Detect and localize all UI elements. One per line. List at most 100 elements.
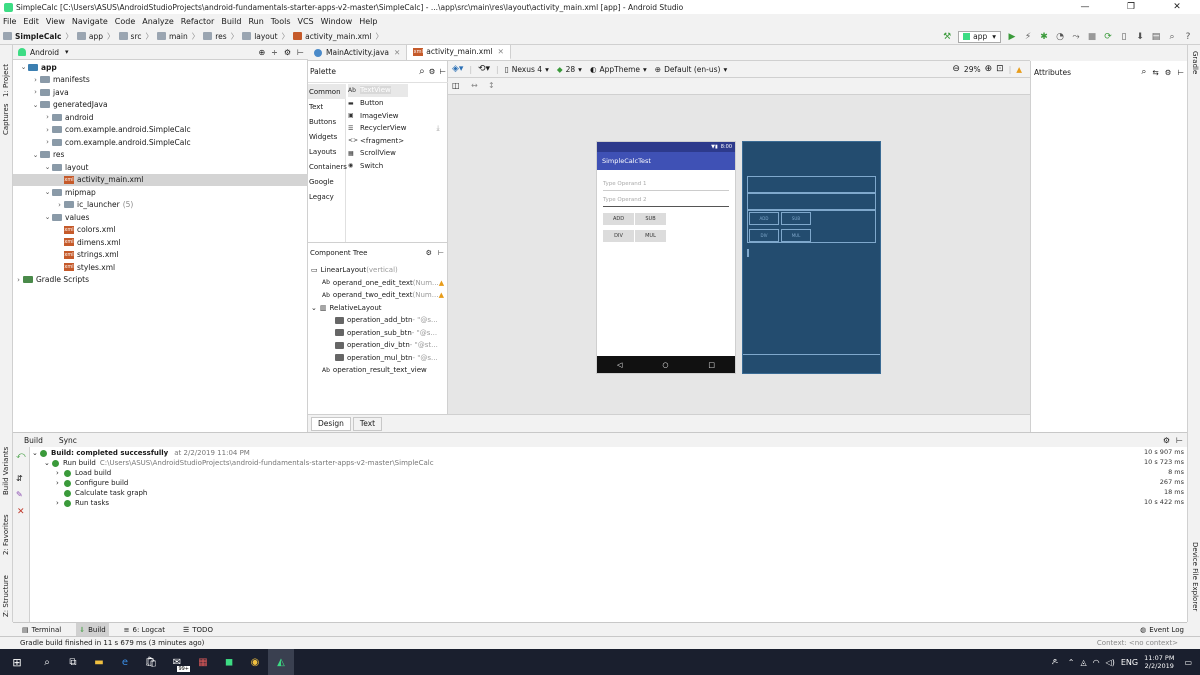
tree-node[interactable]: ⌄ ▥ RelativeLayout (308, 302, 448, 315)
breadcrumb-item[interactable]: src 〉 (118, 31, 153, 42)
warning-icon[interactable]: ▲ (1016, 65, 1022, 74)
rebuild-icon[interactable]: ⤺ (16, 451, 26, 461)
help-icon[interactable]: ? (1182, 31, 1195, 43)
hide-panel-icon[interactable]: ⊢ (1176, 436, 1183, 445)
add-button[interactable]: ADD (603, 213, 634, 225)
menu-help[interactable]: Help (359, 17, 377, 26)
mail-icon[interactable]: ✉ 99+ (164, 649, 190, 675)
api-select[interactable]: 28 (566, 65, 576, 74)
hide-panel-icon[interactable]: ⊢ (1177, 68, 1184, 77)
warning-icon[interactable]: ▲ (439, 291, 444, 299)
zoom-fit-icon[interactable]: ⊡ (996, 64, 1004, 74)
store-icon[interactable]: 🛍 (138, 649, 164, 675)
warning-icon[interactable]: ▲ (439, 279, 444, 287)
wifi-icon[interactable]: ◠ (1093, 658, 1100, 667)
operand-one-field[interactable]: Type Operand 1 (603, 181, 729, 191)
maximize-button[interactable]: ❐ (1108, 0, 1154, 14)
tree-item-selected[interactable]: xml activity_main.xml (13, 173, 308, 186)
palette-category-layouts[interactable]: Layouts (308, 144, 346, 159)
build-row[interactable]: ⌄ Build: completed successfully at 2/2/201… (32, 448, 250, 458)
menu-code[interactable]: Code (115, 17, 135, 26)
pin-icon[interactable]: ✎ (16, 490, 23, 499)
people-icon[interactable]: ዶ (1052, 657, 1058, 667)
file-explorer-icon[interactable]: ▬ (86, 649, 112, 675)
tree-item[interactable]: › ic_launcher (5) (13, 199, 308, 212)
blueprint-sub-button[interactable]: SUB (781, 212, 811, 225)
task-view-icon[interactable]: ⧉ (60, 649, 86, 675)
palette-item-recyclerview[interactable]: ☰ RecyclerView ⤓ (348, 122, 440, 135)
swap-view-icon[interactable]: ⇆ (1152, 68, 1158, 77)
blueprint-result-view[interactable] (747, 249, 749, 257)
tree-node[interactable]: operation_div_btn - "@st... (308, 339, 448, 352)
palette-category-buttons[interactable]: Buttons (308, 114, 346, 129)
gear-icon[interactable]: ⚙ (284, 48, 291, 57)
tree-item[interactable]: › com.example.android.SimpleCalc (13, 124, 308, 137)
zoom-out-icon[interactable]: ⊖ (952, 64, 960, 74)
menu-view[interactable]: View (46, 17, 65, 26)
project-view-select[interactable]: Android (30, 48, 59, 57)
tree-item[interactable]: ⌄ mipmap (13, 186, 308, 199)
close-window-button[interactable]: ✕ (1154, 0, 1200, 14)
palette-item-imageview[interactable]: ▣ ImageView (348, 110, 399, 123)
avd-manager-icon[interactable]: ▯ (1118, 31, 1131, 43)
palette-category-containers[interactable]: Containers (308, 159, 347, 174)
menu-refactor[interactable]: Refactor (181, 17, 215, 26)
close-icon[interactable]: ✕ (17, 507, 25, 517)
tree-node[interactable]: ▭ LinearLayout (vertical) (308, 264, 448, 277)
device-file-explorer-tab[interactable]: Device File Explorer (1191, 542, 1199, 611)
palette-item-button[interactable]: ▬ Button (348, 97, 383, 110)
build-row[interactable]: › Configure build (56, 478, 128, 488)
tab-sync[interactable]: Sync (59, 436, 77, 445)
tree-node[interactable]: operation_sub_btn - "@s... (308, 327, 448, 340)
build-row[interactable]: › Run tasks (56, 498, 109, 508)
palette-item-fragment[interactable]: <> <fragment> (348, 135, 404, 148)
build-row[interactable]: ⌄ Run build C:\Users\ASUS\AndroidStudioPro… (44, 458, 434, 468)
tool-tab-event-log[interactable]: ◍ Event Log (1137, 623, 1187, 636)
tab-mainactivity[interactable]: MainActivity.java ✕ (308, 45, 408, 60)
tree-item[interactable]: xml colors.xml (13, 224, 308, 237)
palette-category-common[interactable]: Common (308, 84, 346, 99)
design-canvas[interactable] (448, 95, 1030, 414)
blueprint-preview[interactable]: ADD SUB DIV MUL (742, 141, 881, 374)
tool-tab-logcat[interactable]: ≡ 6: Logcat (121, 623, 168, 636)
menu-vcs[interactable]: VCS (298, 17, 314, 26)
download-icon[interactable]: ⤓ (436, 124, 439, 133)
toggle-view-icon[interactable]: ⇵ (16, 474, 23, 483)
palette-item-scrollview[interactable]: ▦ ScrollView (348, 147, 396, 160)
tree-item[interactable]: xml strings.xml (13, 249, 308, 262)
blueprint-operand-two[interactable] (747, 193, 876, 210)
layers-icon[interactable]: ◈▾ (452, 64, 463, 74)
tool-tab-terminal[interactable]: ▤ Terminal (19, 623, 64, 636)
tab-build[interactable]: Build (24, 436, 43, 445)
menu-window[interactable]: Window (321, 17, 353, 26)
search-icon[interactable]: ⌕ (419, 66, 425, 77)
breadcrumb-item[interactable]: layout 〉 (242, 31, 289, 42)
sdk-manager-icon[interactable]: ⬇ (1134, 31, 1147, 43)
palette-category-widgets[interactable]: Widgets (308, 129, 346, 144)
tab-text[interactable]: Text (352, 416, 383, 431)
build-row[interactable]: › Load build (56, 468, 111, 478)
tree-node[interactable]: operation_add_btn - "@s... (308, 314, 448, 327)
close-tab-icon[interactable]: ✕ (394, 48, 400, 57)
gear-icon[interactable]: ⚙ (1163, 436, 1170, 445)
hide-panel-icon[interactable]: ⊢ (439, 67, 446, 76)
breadcrumb-item[interactable]: res 〉 (203, 31, 238, 42)
gear-icon[interactable]: ⚙ (429, 67, 436, 76)
blueprint-mul-button[interactable]: MUL (781, 229, 811, 242)
tree-item[interactable]: ⌄ generatedJava (13, 99, 308, 112)
notification-icon[interactable]: ▭ (1184, 658, 1192, 667)
search-icon[interactable]: ⌕ (1141, 67, 1146, 77)
device-select[interactable]: Nexus 4 (512, 65, 542, 74)
network-icon[interactable]: ◬ (1080, 658, 1086, 667)
run-config-select[interactable]: app ▾ (958, 30, 1001, 43)
status-message[interactable]: Gradle build finished in 11 s 679 ms (3 … (20, 639, 204, 647)
breadcrumb-item[interactable]: SimpleCalc 〉 (3, 31, 73, 42)
tree-item[interactable]: › android (13, 111, 308, 124)
build-row[interactable]: Calculate task graph (64, 488, 147, 498)
volume-icon[interactable]: ◁) (1106, 658, 1115, 667)
gear-icon[interactable]: ⚙ (1165, 68, 1172, 77)
tree-node[interactable]: operation_mul_btn - "@s... (308, 352, 448, 365)
tree-item[interactable]: › com.example.android.SimpleCalc (13, 136, 308, 149)
tree-node[interactable]: Ab operand_two_edit_text (Num... ▲ (308, 289, 448, 302)
tree-item[interactable]: › java (13, 86, 308, 99)
